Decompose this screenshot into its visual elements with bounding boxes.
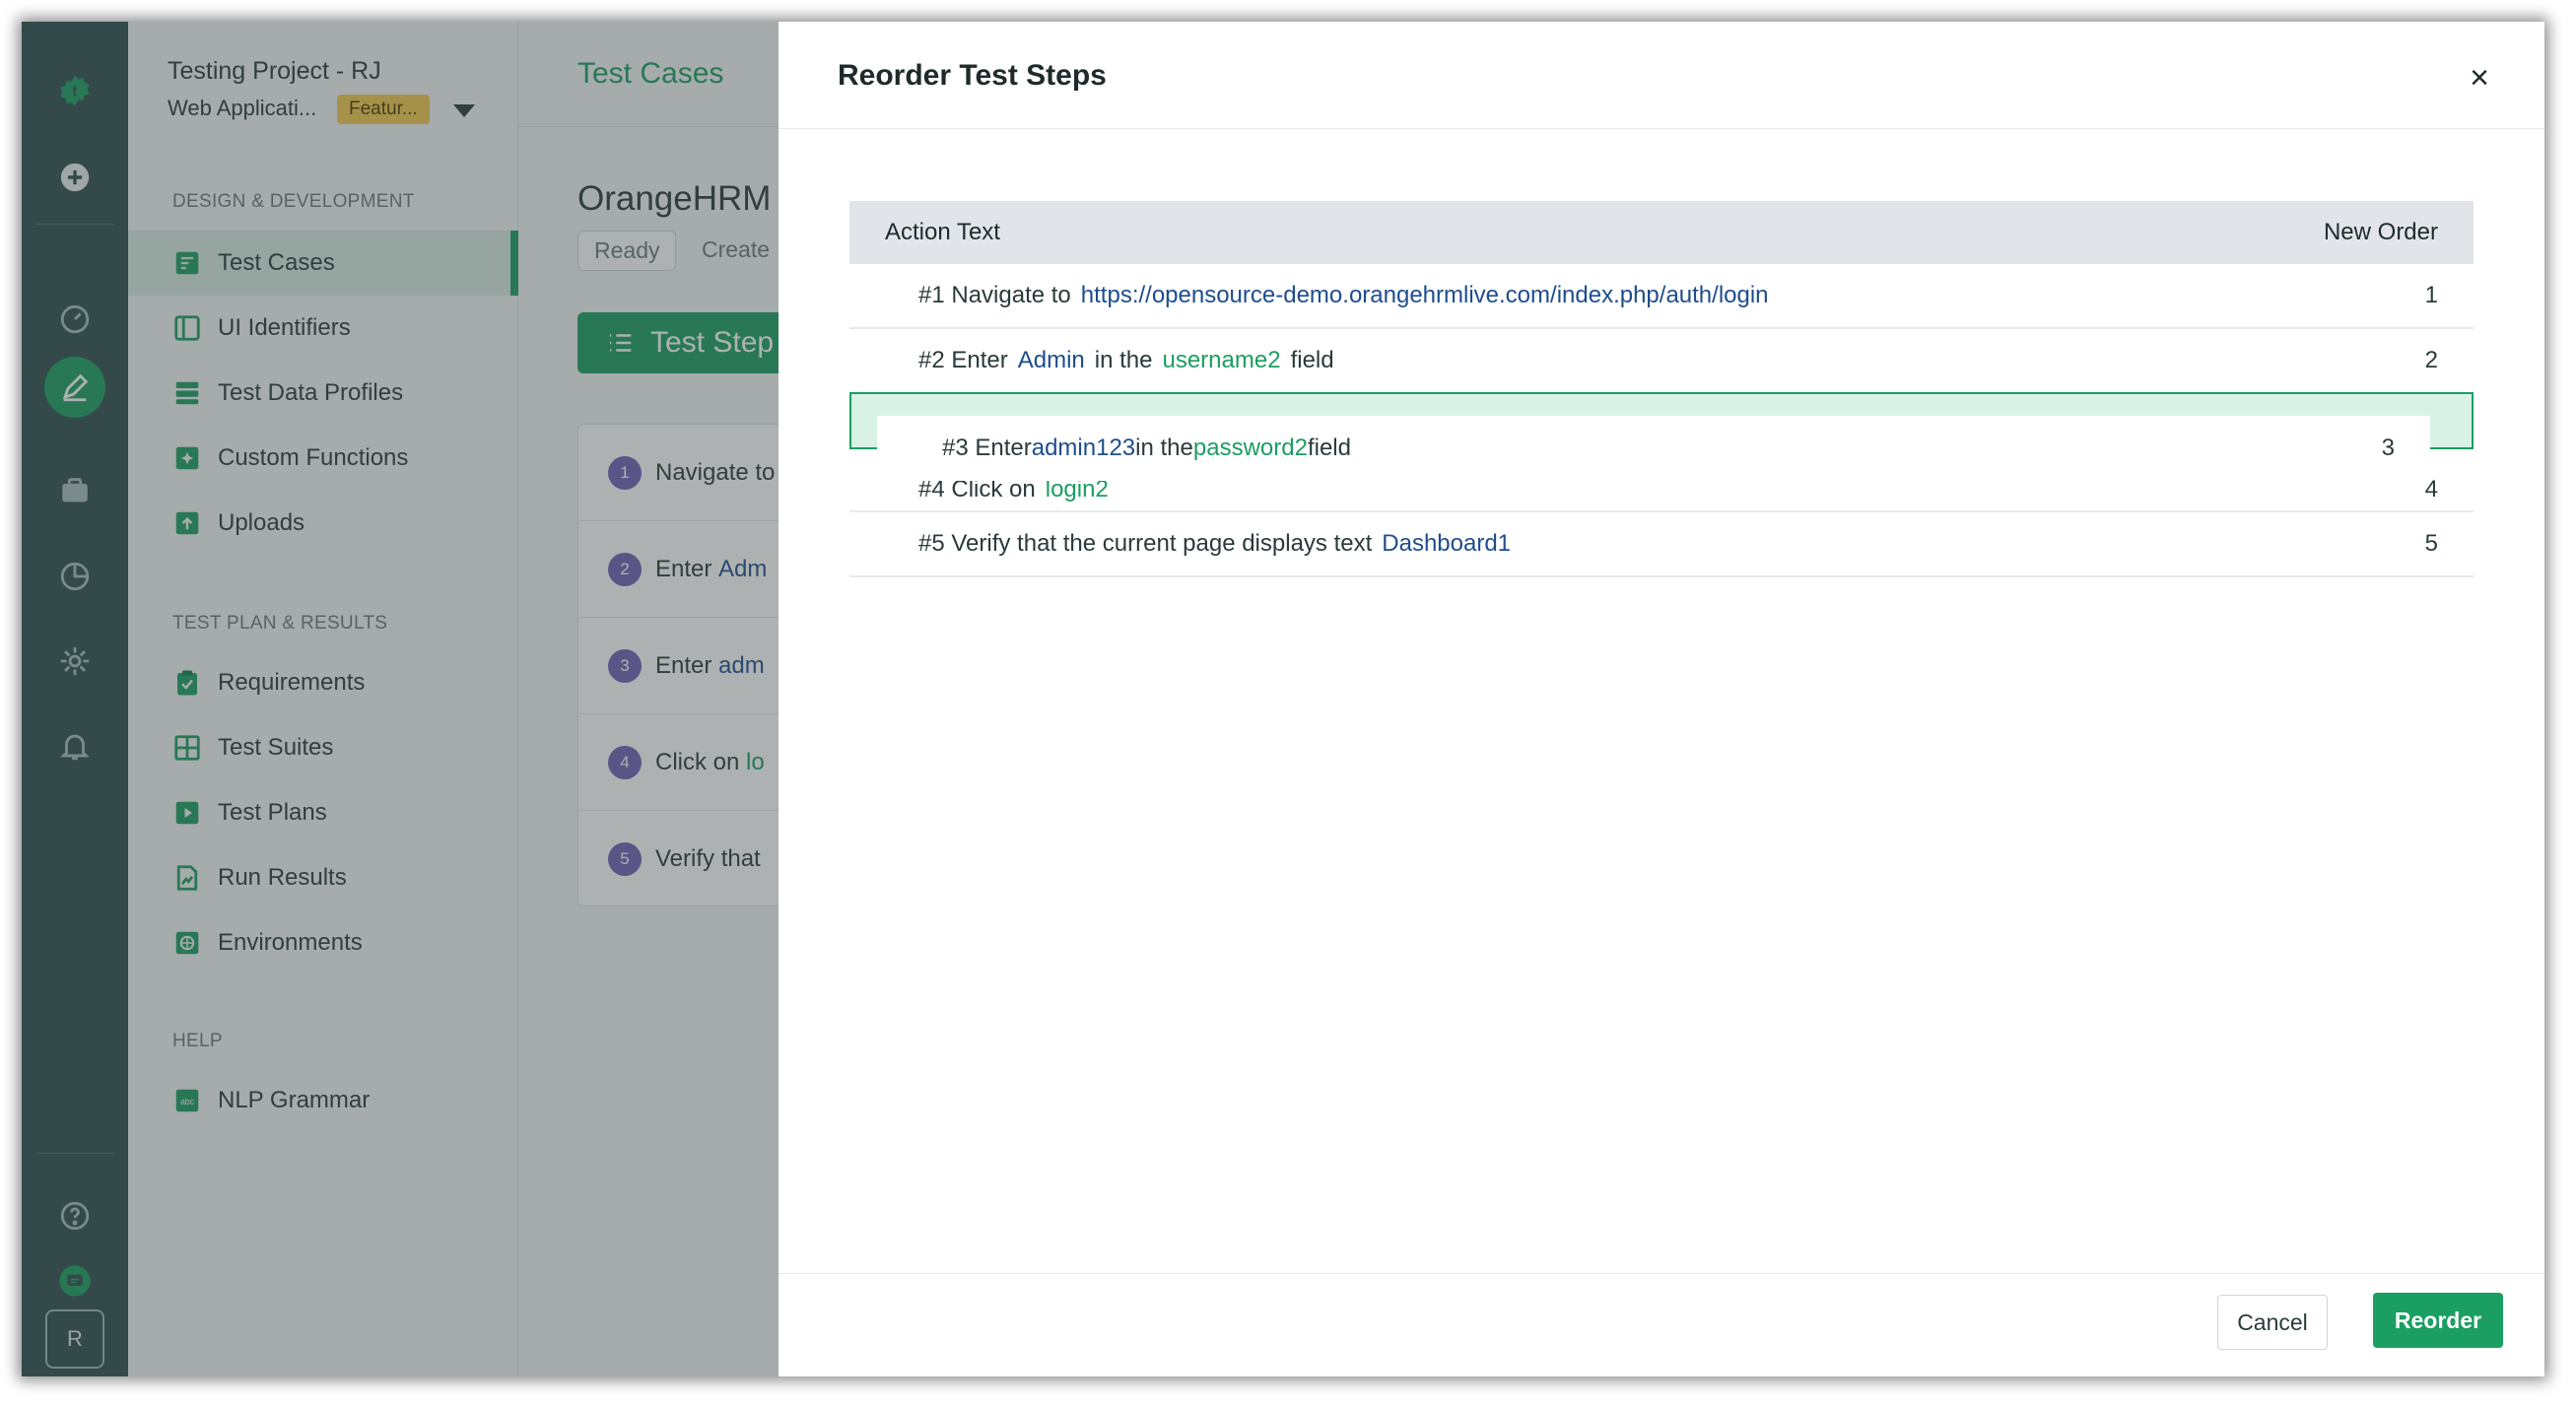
table-row[interactable]: #1 Navigate to https://opensource-demo.or…: [849, 264, 2474, 329]
cancel-button[interactable]: Cancel: [2217, 1295, 2328, 1350]
table-row[interactable]: #2 Enter Admin in the username2 field 2: [849, 329, 2474, 394]
order-value: 2: [2424, 347, 2438, 373]
order-value: 1: [2424, 282, 2438, 308]
column-new-order: New Order: [2323, 219, 2438, 245]
table-row[interactable]: #5 Verify that the current page displays…: [849, 512, 2474, 577]
table-header: Action Text New Order: [849, 201, 2474, 264]
app-window: t R Testing Project - RJ Web Applicati..…: [22, 22, 2544, 1376]
order-value: 3: [2381, 435, 2395, 461]
reorder-button[interactable]: Reorder: [2373, 1293, 2503, 1348]
dragging-row[interactable]: #3 Enteradmin123in thepassword2field 3: [877, 416, 2430, 481]
modal-title: Reorder Test Steps: [838, 59, 1107, 92]
close-icon[interactable]: ×: [2470, 59, 2489, 98]
column-action-text: Action Text: [885, 219, 1000, 245]
order-value: 5: [2424, 530, 2438, 557]
reorder-modal: Reorder Test Steps × Action Text New Ord…: [779, 22, 2544, 1376]
